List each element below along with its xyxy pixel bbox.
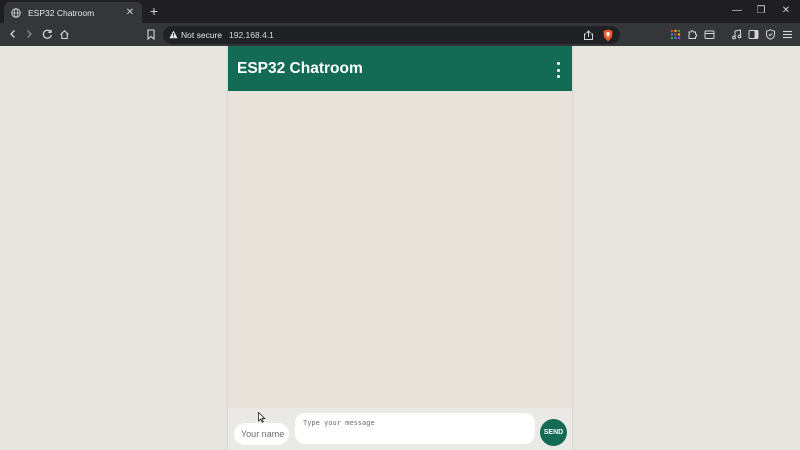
minimize-button[interactable]: — (729, 3, 745, 19)
security-indicator[interactable]: Not secure (169, 26, 222, 44)
browser-toolbar: Not secure 192.168.4.1 (0, 23, 800, 46)
mouse-cursor-icon (258, 412, 266, 423)
url-text[interactable]: 192.168.4.1 (229, 26, 274, 44)
sidebar-icon[interactable] (746, 27, 760, 41)
wallet-icon[interactable] (702, 27, 716, 41)
back-icon[interactable] (6, 27, 20, 41)
home-icon[interactable] (57, 27, 71, 41)
tab-title: ESP32 Chatroom (28, 7, 95, 18)
menu-icon[interactable] (780, 27, 794, 41)
bookmark-icon[interactable] (144, 27, 158, 41)
page-viewport: ESP32 Chatroom SEND (0, 46, 800, 450)
chat-header: ESP32 Chatroom (228, 46, 572, 91)
address-bar[interactable]: Not secure 192.168.4.1 (163, 26, 620, 44)
close-window-button[interactable]: ✕ (778, 3, 794, 19)
vpn-shield-icon[interactable] (763, 27, 777, 41)
media-icon[interactable] (729, 27, 743, 41)
security-label: Not secure (181, 30, 223, 40)
reload-icon[interactable] (40, 27, 54, 41)
send-button[interactable]: SEND (540, 419, 567, 446)
new-tab-button[interactable]: + (147, 4, 161, 18)
apps-grid-icon[interactable] (668, 27, 682, 41)
warning-icon (169, 30, 178, 41)
brave-shield-icon[interactable] (601, 28, 615, 42)
more-options-icon[interactable] (555, 62, 561, 78)
forward-icon[interactable] (22, 27, 36, 41)
browser-tab[interactable]: ESP32 Chatroom ✕ (4, 2, 142, 23)
chat-title: ESP32 Chatroom (237, 59, 363, 77)
restore-button[interactable]: ❐ (753, 3, 769, 19)
globe-icon (10, 7, 21, 18)
message-composer (228, 408, 572, 450)
share-icon[interactable] (581, 28, 595, 42)
name-input[interactable] (234, 423, 289, 445)
browser-tabstrip: ESP32 Chatroom ✕ + — ❐ ✕ (0, 0, 800, 23)
message-list (228, 91, 572, 408)
chat-app: ESP32 Chatroom SEND (228, 46, 572, 450)
puzzle-extension-icon[interactable] (685, 27, 699, 41)
tab-close-icon[interactable]: ✕ (124, 7, 136, 18)
message-input[interactable] (295, 413, 535, 444)
